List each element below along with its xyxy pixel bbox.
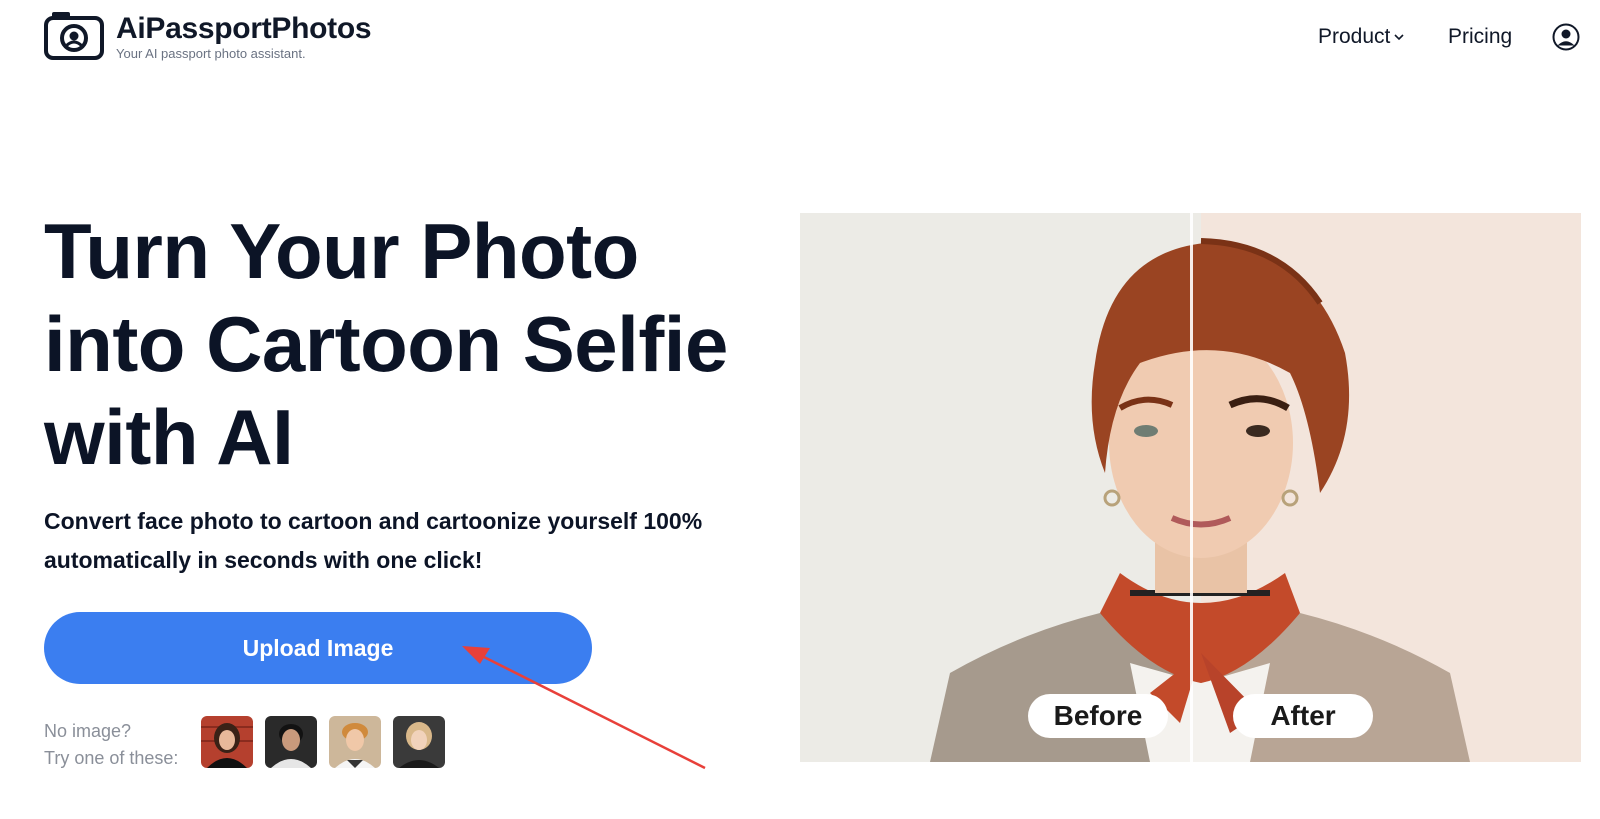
samples-line-2: Try one of these: [44,748,179,768]
nav-product-label: Product [1318,25,1391,48]
brand-name: AiPassportPhotos [116,12,372,45]
sample-images-label: No image? Try one of these: [44,718,178,772]
sample-photo-2-icon [265,716,317,768]
brand-logo[interactable]: AiPassportPhotos Your AI passport photo … [44,10,372,62]
sample-photo-4-icon [393,716,445,768]
camera-logo-icon [44,12,104,60]
hero-headline: Turn Your Photo into Cartoon Selfie with… [44,205,764,484]
sample-thumbnail-1[interactable] [201,716,253,768]
sample-photo-3-icon [329,716,381,768]
brand-text: AiPassportPhotos Your AI passport photo … [116,12,372,62]
headline-line-3: with AI [44,393,294,481]
nav-pricing[interactable]: Pricing [1448,25,1512,49]
brand-tagline: Your AI passport photo assistant. [116,46,306,61]
samples-line-1: No image? [44,721,132,741]
after-label: After [1233,694,1373,738]
hero-subtitle: Convert face photo to cartoon and cartoo… [44,502,744,580]
sample-thumbnail-2[interactable] [265,716,317,768]
nav-product[interactable]: Product [1318,25,1405,49]
before-after-comparison: Before After [800,213,1581,762]
annotation-arrow-icon [462,646,706,770]
sample-thumbnails [201,716,445,768]
before-label: Before [1028,694,1168,738]
subtitle-line-2: automatically in seconds with one click! [44,547,483,573]
sample-thumbnail-4[interactable] [393,716,445,768]
sample-thumbnail-3[interactable] [329,716,381,768]
headline-line-1: Turn Your Photo [44,207,639,295]
headline-line-2: into Cartoon Selfie [44,300,728,388]
sample-photo-1-icon [201,716,253,768]
chevron-down-icon [1394,34,1404,41]
portrait-comparison-image [800,213,1581,762]
page: AiPassportPhotos Your AI passport photo … [0,0,1600,819]
user-account-icon[interactable] [1552,23,1580,51]
nav-pricing-label: Pricing [1448,25,1513,48]
subtitle-line-1: Convert face photo to cartoon and cartoo… [44,508,703,534]
site-header: AiPassportPhotos Your AI passport photo … [0,0,1600,80]
